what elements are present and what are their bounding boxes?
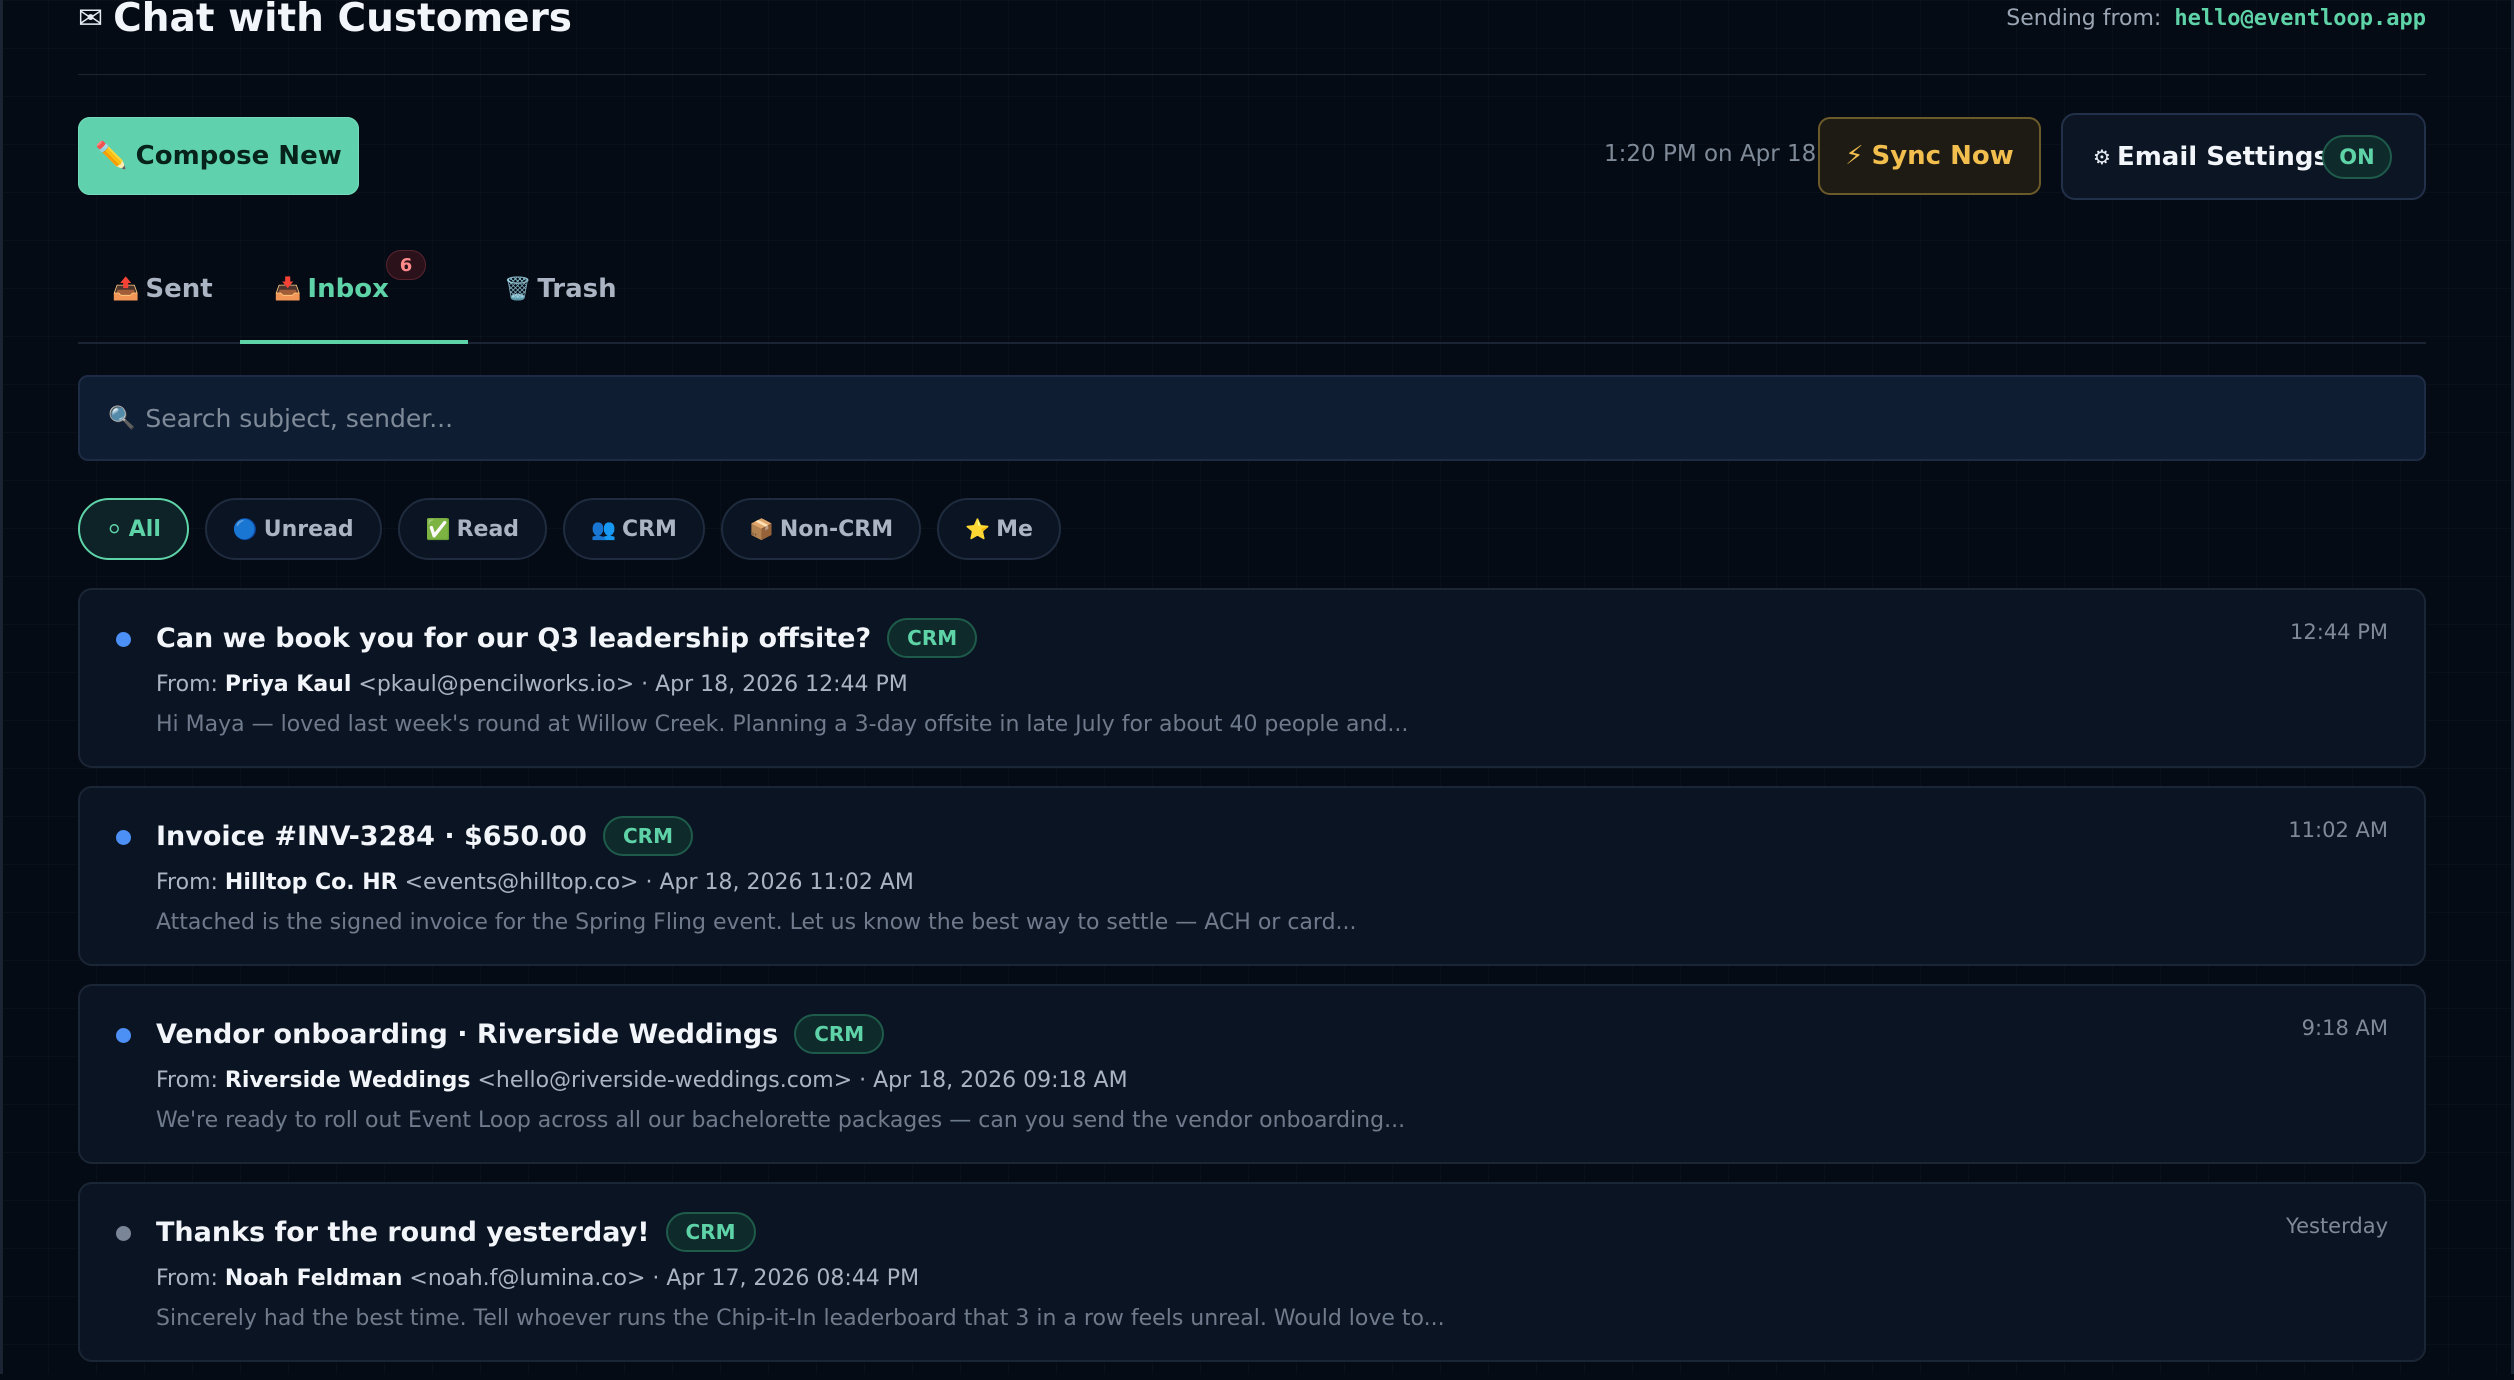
inbox-tray-icon: 📥 (274, 276, 302, 302)
sender-name: Priya Kaul (224, 672, 352, 697)
sender-detail: <noah.f@lumina.co> · Apr 17, 2026 08:44 … (409, 1266, 920, 1291)
tab-trash-label: Trash (537, 274, 617, 304)
white-circle-icon: ⚪ (106, 517, 123, 541)
filter-read-label: Read (456, 516, 520, 542)
tab-inbox[interactable]: 📥 Inbox (240, 236, 468, 342)
sender-detail: <pkaul@pencilworks.io> · Apr 18, 2026 12… (358, 672, 908, 697)
wastebasket-icon: 🗑️ (504, 276, 532, 302)
email-time: 12:44 PM (2290, 620, 2388, 644)
page-title: ✉ Chat with Customers (78, 0, 572, 41)
filter-unread-label: Unread (263, 516, 354, 542)
lightning-icon: ⚡ (1845, 141, 1864, 171)
sender-detail: <events@hilltop.co> · Apr 18, 2026 11:02… (404, 870, 914, 895)
email-from: From: Priya Kaul <pkaul@pencilworks.io> … (156, 672, 908, 697)
filter-all[interactable]: ⚪ All (78, 498, 189, 560)
email-subject-row: Invoice #INV-3284 · $650.00 CRM (156, 816, 693, 856)
email-subject-row: Can we book you for our Q3 leadership of… (156, 618, 978, 658)
sender-name: Riverside Weddings (224, 1068, 471, 1093)
email-item[interactable]: Can we book you for our Q3 leadership of… (78, 588, 2426, 768)
email-from: From: Noah Feldman <noah.f@lumina.co> · … (156, 1266, 919, 1291)
sync-now-button[interactable]: ⚡ Sync Now (1818, 117, 2041, 195)
email-preview: Hi Maya — loved last week's round at Wil… (156, 712, 1409, 737)
crm-tag: CRM (602, 816, 693, 856)
from-label: From: (156, 1068, 218, 1093)
search-input[interactable] (143, 402, 2424, 434)
email-subject: Can we book you for our Q3 leadership of… (156, 622, 872, 654)
sending-from-label: Sending from: (2006, 6, 2162, 31)
filter-read[interactable]: ✅ Read (397, 498, 548, 560)
last-sync-time: 1:20 PM on Apr 18 (1604, 141, 1817, 167)
email-from: From: Hilltop Co. HR <events@hilltop.co>… (156, 870, 914, 895)
gear-icon: ⚙ (2093, 144, 2111, 169)
page-title-text: Chat with Customers (113, 0, 573, 41)
compose-new-button[interactable]: ✏️ Compose New (78, 117, 359, 195)
email-list: Can we book you for our Q3 leadership of… (78, 588, 2426, 1380)
outbox-tray-icon: 📤 (112, 276, 140, 302)
check-box-icon: ✅ (425, 517, 451, 541)
people-icon: 👥 (591, 517, 616, 541)
filter-me-label: Me (996, 516, 1033, 542)
search-icon: 🔍 (108, 405, 136, 431)
email-subject-row: Vendor onboarding · Riverside Weddings C… (156, 1014, 885, 1054)
package-icon: 📦 (748, 517, 774, 541)
sender-detail: <hello@riverside-weddings.com> · Apr 18,… (477, 1068, 1128, 1093)
crm-tag: CRM (887, 618, 978, 658)
blue-circle-icon: 🔵 (232, 517, 258, 541)
sync-now-label: Sync Now (1871, 141, 2014, 171)
sending-from-address: hello@eventloop.app (2174, 6, 2426, 31)
email-item[interactable]: Vendor onboarding · Riverside Weddings C… (78, 984, 2426, 1164)
email-settings-toggle[interactable]: ON (2322, 135, 2392, 179)
email-settings-label: Email Settings (2116, 141, 2329, 172)
compose-new-label: Compose New (135, 141, 342, 171)
email-settings-button[interactable]: ⚙ Email Settings ON (2061, 113, 2426, 200)
email-subject: Thanks for the round yesterday! (156, 1216, 650, 1248)
mailbox-tabs: 📤 Sent 📥 Inbox 6 🗑️ Trash (78, 236, 2426, 344)
email-preview: We're ready to roll out Event Loop acros… (156, 1108, 1406, 1133)
read-dot (116, 1226, 131, 1241)
filter-crm-label: CRM (621, 516, 677, 542)
email-subject: Invoice #INV-3284 · $650.00 (156, 820, 587, 852)
unread-dot (116, 632, 131, 647)
page-header: ✉ Chat with Customers Sending from: hell… (78, 0, 2426, 75)
inbox-unread-badge: 6 (386, 250, 426, 280)
filter-non-crm[interactable]: 📦 Non-CRM (720, 498, 922, 560)
filter-me[interactable]: ⭐ Me (937, 498, 1061, 560)
email-item[interactable]: Invoice #INV-3284 · $650.00 CRM From: Hi… (78, 786, 2426, 966)
from-label: From: (156, 672, 218, 697)
email-subject: Vendor onboarding · Riverside Weddings (156, 1018, 779, 1050)
tab-inbox-label: Inbox (307, 274, 389, 304)
unread-dot (116, 830, 131, 845)
tab-sent-label: Sent (145, 274, 213, 304)
crm-tag: CRM (665, 1212, 756, 1252)
filter-unread[interactable]: 🔵 Unread (204, 498, 382, 560)
email-time: 9:18 AM (2301, 1016, 2388, 1040)
filter-chips: ⚪ All 🔵 Unread ✅ Read 👥 CRM 📦 Non-CRM ⭐ … (78, 498, 1061, 560)
sender-name: Noah Feldman (224, 1266, 403, 1291)
email-preview: Attached is the signed invoice for the S… (156, 910, 1357, 935)
unread-dot (116, 1028, 131, 1043)
email-preview: Sincerely had the best time. Tell whoeve… (156, 1306, 1445, 1331)
tab-trash[interactable]: 🗑️ Trash (504, 236, 617, 342)
email-subject-row: Thanks for the round yesterday! CRM (156, 1212, 756, 1252)
filter-crm[interactable]: 👥 CRM (563, 498, 705, 560)
tab-sent[interactable]: 📤 Sent (112, 236, 213, 342)
crm-tag: CRM (794, 1014, 885, 1054)
from-label: From: (156, 1266, 218, 1291)
from-label: From: (156, 870, 218, 895)
search-bar: 🔍 (78, 375, 2426, 461)
filter-all-label: All (128, 516, 161, 542)
email-time: 11:02 AM (2288, 818, 2388, 842)
star-icon: ⭐ (965, 517, 991, 541)
email-from: From: Riverside Weddings <hello@riversid… (156, 1068, 1128, 1093)
email-time: Yesterday (2286, 1214, 2388, 1238)
email-item[interactable]: Thanks for the round yesterday! CRM From… (78, 1182, 2426, 1362)
envelope-icon: ✉ (78, 0, 104, 36)
pencil-icon: ✏️ (95, 141, 128, 171)
filter-non-crm-label: Non-CRM (779, 516, 894, 542)
active-tab-indicator (240, 340, 468, 344)
sending-from: Sending from: hello@eventloop.app (2006, 6, 2426, 31)
sender-name: Hilltop Co. HR (224, 870, 398, 895)
